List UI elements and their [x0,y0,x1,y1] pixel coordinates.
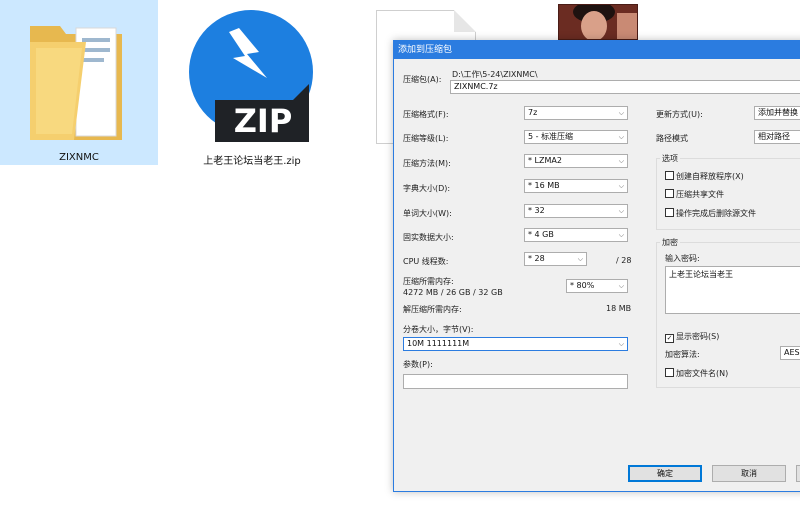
level-value: 5 - 标准压缩 [528,132,574,141]
mem-select[interactable]: * 80% ⌵ [566,279,628,293]
params-input[interactable] [403,374,628,389]
archive-path: D:\工作\5-24\ZIXNMC\ [452,70,538,79]
split-label: 分卷大小，字节(V): [403,325,474,334]
chevron-down-icon: ⌵ [618,207,624,215]
dict-value: * 16 MB [528,181,560,190]
check-icon: ✓ [665,334,674,343]
zip-text: ZIP [234,102,293,140]
desktop-item-zip[interactable]: ZIP 上老王论坛当老王.zip [173,0,331,167]
mem-label: 压缩所需内存: [403,277,454,286]
solid-label: 固实数据大小: [403,233,454,242]
chevron-down-icon: ⌵ [618,231,624,239]
dialog-title: 添加到压缩包 [394,41,800,59]
folder-icon [30,26,122,140]
zip-archive-icon: ZIP [189,10,313,142]
zip-name: 上老王论坛当老王.zip [203,156,301,167]
desktop: ZIXNMC ZIP 上老王论坛当老王.zip 添加到压缩包 压缩包(A): D… [0,0,800,508]
decomp-label: 解压缩所需内存: [403,305,462,314]
chevron-down-icon: ⌵ [618,182,624,190]
chevron-down-icon: ⌵ [618,157,624,165]
shared-checkbox[interactable]: 压缩共享文件 [665,189,724,200]
encrypt-names-label: 加密文件名(N) [676,369,729,378]
split-select[interactable]: 10M 1111111M ⌵ [403,337,628,351]
chevron-down-icon: ⌵ [618,282,624,290]
shared-label: 压缩共享文件 [676,190,724,199]
password-input[interactable]: 上老王论坛当老王 [665,266,800,314]
word-select[interactable]: * 32 ⌵ [524,204,628,218]
add-to-archive-dialog: 添加到压缩包 压缩包(A): D:\工作\5-24\ZIXNMC\ ZIXNMC… [393,40,800,492]
help-button[interactable] [796,465,800,482]
word-value: * 32 [528,206,545,215]
path-select[interactable]: 相对路径 [754,130,800,144]
sfx-label: 创建自释放程序(X) [676,172,744,181]
method-value: * LZMA2 [528,156,562,165]
dict-label: 字典大小(D): [403,184,451,193]
password-label: 输入密码: [665,254,700,263]
mem-detail: 4272 MB / 26 GB / 32 GB [403,288,503,297]
archive-label: 压缩包(A): [403,75,442,84]
chevron-down-icon: ⌵ [577,255,583,263]
encrypt-title: 加密 [660,237,680,248]
ok-button[interactable]: 确定 [628,465,702,482]
sfx-checkbox[interactable]: 创建自释放程序(X) [665,171,744,182]
encrypt-method-value: AES [784,348,800,357]
cpu-select[interactable]: * 28 ⌵ [524,252,587,266]
delete-label: 操作完成后删除源文件 [676,209,756,218]
solid-value: * 4 GB [528,230,554,239]
chevron-down-icon: ⌵ [618,109,624,117]
cancel-button[interactable]: 取消 [712,465,786,482]
show-password-label: 显示密码(S) [676,332,720,341]
cpu-label: CPU 线程数: [403,257,449,266]
path-value: 相对路径 [758,132,790,141]
update-label: 更新方式(U): [656,110,703,119]
chevron-down-icon: ⌵ [618,133,624,141]
delete-checkbox[interactable]: 操作完成后删除源文件 [665,208,756,219]
update-value: 添加并替换 [758,108,798,117]
update-select[interactable]: 添加并替换 [754,106,800,120]
path-label: 路径模式 [656,134,688,143]
word-label: 单词大小(W): [403,209,452,218]
dict-select[interactable]: * 16 MB ⌵ [524,179,628,193]
params-label: 参数(P): [403,360,433,369]
encrypt-method-select[interactable]: AES [780,346,800,360]
format-value: 7z [528,108,538,117]
level-select[interactable]: 5 - 标准压缩 ⌵ [524,130,628,144]
archive-name-input[interactable]: ZIXNMC.7z [450,80,800,94]
mem-value: * 80% [570,281,595,290]
solid-select[interactable]: * 4 GB ⌵ [524,228,628,242]
format-label: 压缩格式(F): [403,110,449,119]
folder-name: ZIXNMC [59,152,99,163]
encrypt-method-label: 加密算法: [665,350,700,359]
encrypt-names-checkbox[interactable]: 加密文件名(N) [665,368,728,379]
show-password-checkbox[interactable]: ✓ 显示密码(S) [665,331,719,343]
cpu-value: * 28 [528,254,545,263]
level-label: 压缩等级(L): [403,134,449,143]
options-title: 选项 [660,153,680,164]
desktop-item-folder[interactable]: ZIXNMC [0,0,158,165]
method-select[interactable]: * LZMA2 ⌵ [524,154,628,168]
chevron-down-icon: ⌵ [618,340,624,348]
format-select[interactable]: 7z ⌵ [524,106,628,120]
decomp-value: 18 MB [606,304,632,313]
split-value: 10M 1111111M [407,339,470,348]
image-thumbnail[interactable] [558,4,638,40]
method-label: 压缩方法(M): [403,159,451,168]
cpu-total: / 28 [616,256,632,265]
